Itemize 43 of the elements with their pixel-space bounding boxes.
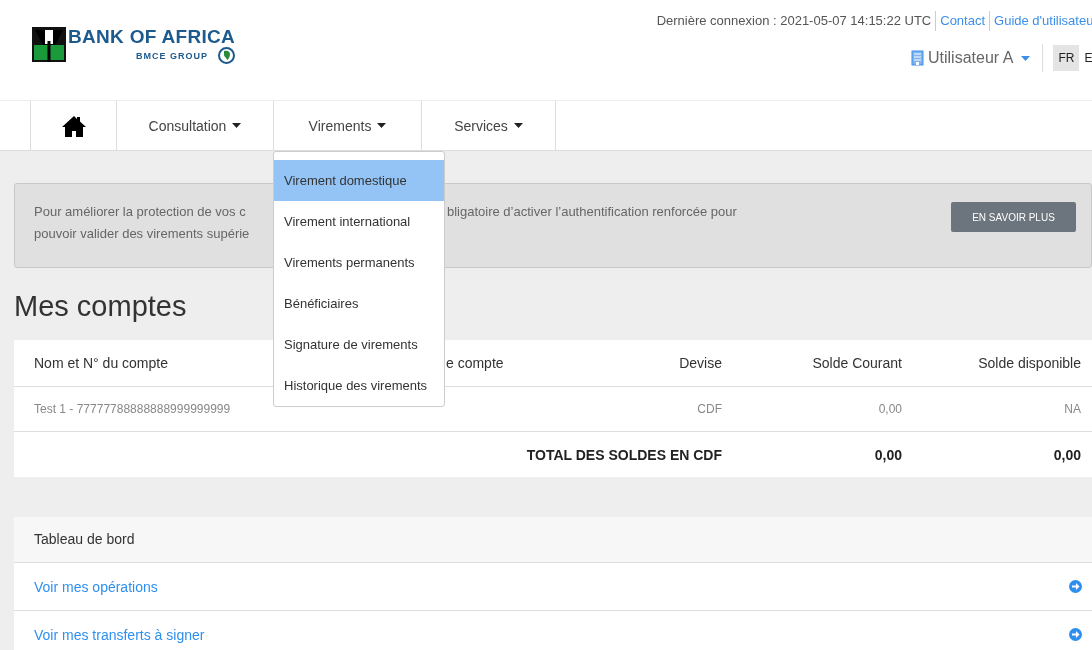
column-header: Solde disponible xyxy=(977,355,1081,371)
table-cell-text: CDF xyxy=(696,402,722,416)
user-menu[interactable]: Utilisateur A xyxy=(911,44,1044,72)
nav-menu[interactable]: Services xyxy=(421,101,556,150)
language-option[interactable]: FR xyxy=(1053,45,1080,71)
globe-icon xyxy=(218,47,236,64)
table-cell-text: Test 1 - 77777788888888999999999 xyxy=(33,402,232,416)
caret-icon xyxy=(377,123,387,128)
caret-icon xyxy=(513,123,523,128)
logo-name: BANK OF AFRICA xyxy=(68,27,236,47)
home-icon[interactable] xyxy=(60,114,87,137)
banner-text: pouvoir valider des virements supérie xyxy=(34,225,250,243)
building-icon xyxy=(911,50,924,66)
total-value: 0,00 xyxy=(873,446,902,463)
table-cell-text: 0,00 xyxy=(877,402,902,416)
column-header: Nom et N° du compte xyxy=(33,355,169,371)
last-login: Dernière connexion : 2021-05-07 14:15:22 UTC xyxy=(656,12,933,30)
dropdown-item[interactable]: Virements permanents xyxy=(274,242,444,283)
logo-icon xyxy=(32,27,66,62)
nav-menu[interactable]: Virements xyxy=(273,101,421,150)
caret-icon xyxy=(232,123,242,128)
column-header: Devise xyxy=(678,355,722,371)
learn-more-button[interactable]: EN SAVOIR PLUS xyxy=(951,202,1076,232)
banner-text: bligatoire d’activer l’authentification renforcée pour xyxy=(447,203,737,221)
dropdown-item[interactable]: Bénéficiaires xyxy=(274,283,444,324)
arrow-circle-icon[interactable] xyxy=(1069,580,1082,593)
nav-menu[interactable]: Consultation xyxy=(116,101,273,150)
dropdown-item[interactable]: Signature de virements xyxy=(274,324,444,365)
dashboard-title: Tableau de bord xyxy=(14,517,1092,563)
logo-group: BMCE GROUP xyxy=(136,50,209,61)
total-value: 0,00 xyxy=(1052,446,1081,463)
arrow-circle-icon[interactable] xyxy=(1069,628,1082,641)
page-title: Mes comptes xyxy=(14,289,187,324)
language-option[interactable]: E xyxy=(1079,45,1092,71)
column-header: Solde Courant xyxy=(811,355,902,371)
dropdown-item[interactable]: Virement domestique xyxy=(274,160,444,201)
dropdown-item[interactable]: Virement international xyxy=(274,201,444,242)
table-cell-text: NA xyxy=(1063,402,1081,416)
banner-text: Pour améliorer la protection de vos c xyxy=(34,203,246,221)
dropdown-item[interactable]: Historique des virements xyxy=(274,365,444,406)
total-label: TOTAL DES SOLDES EN CDF xyxy=(525,446,722,463)
caret-icon xyxy=(1021,55,1031,61)
column-header: e compte xyxy=(446,355,505,371)
